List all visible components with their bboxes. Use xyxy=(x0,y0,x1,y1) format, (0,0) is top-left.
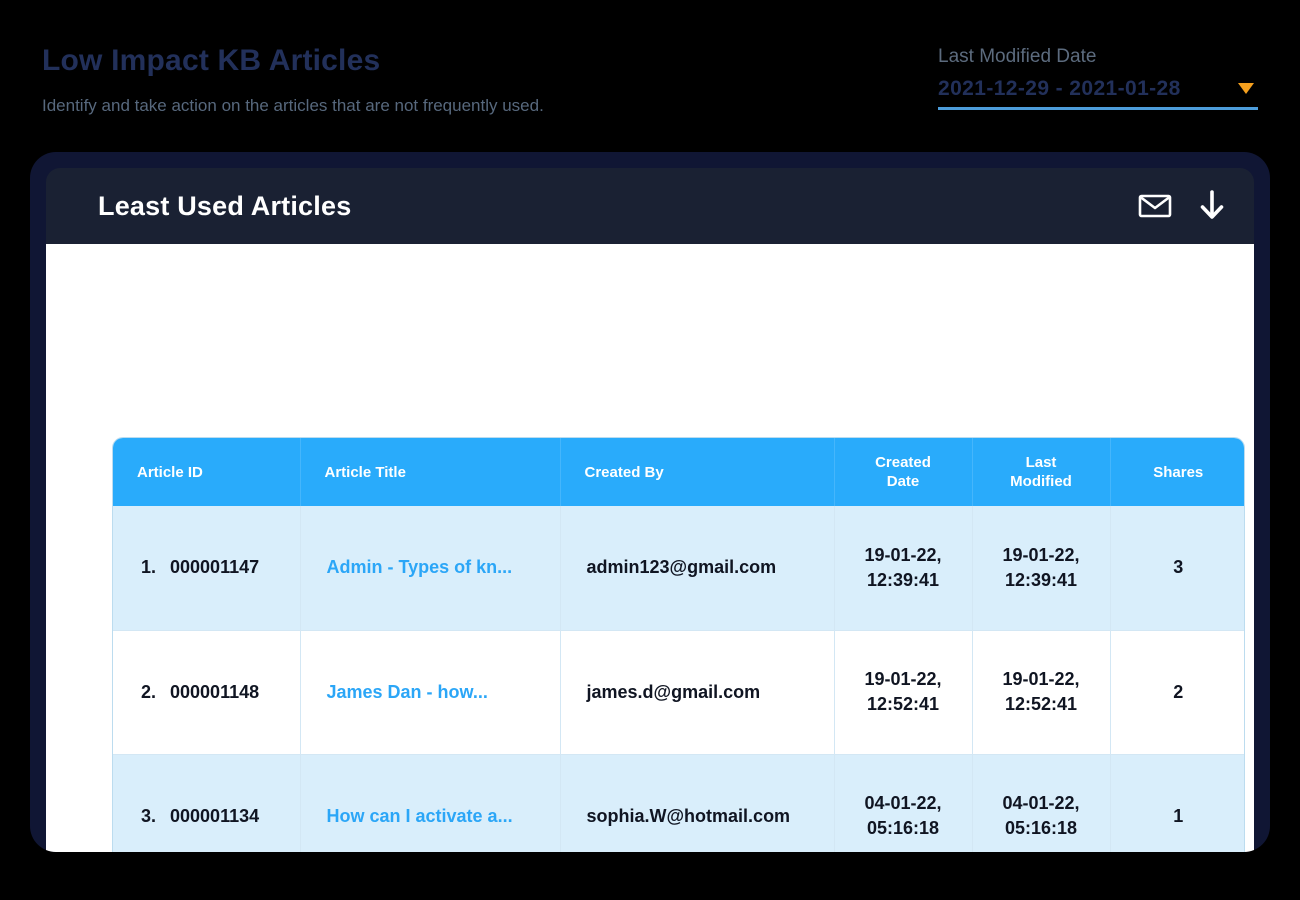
column-header-created-date[interactable]: Created Date xyxy=(834,438,973,506)
column-header-shares[interactable]: Shares xyxy=(1110,438,1244,506)
page-subtitle: Identify and take action on the articles… xyxy=(42,96,544,115)
cell-created-by: admin123@gmail.com xyxy=(560,506,835,631)
row-index: 1. xyxy=(141,557,157,578)
card-body: Article ID Article Title Created By Crea… xyxy=(46,244,1254,852)
cell-last-modified: 19-01-22, 12:39:41 xyxy=(972,506,1111,631)
created-date-value: 19-01-22, 12:52:41 xyxy=(864,669,942,714)
created-by-value: sophia.W@hotmail.com xyxy=(586,805,791,826)
page-title: Low Impact KB Articles xyxy=(42,44,381,77)
row-index: 2. xyxy=(141,681,157,702)
card-title: Least Used Articles xyxy=(98,190,352,221)
last-modified-value: 19-01-22, 12:39:41 xyxy=(1002,544,1080,590)
download-icon[interactable] xyxy=(1198,190,1226,222)
created-date-value: 04-01-22, 05:16:18 xyxy=(864,793,942,839)
cell-shares: 3 xyxy=(1110,506,1244,631)
cell-last-modified: 19-01-22, 12:52:41 xyxy=(972,630,1111,755)
cell-created-by: sophia.W@hotmail.com xyxy=(560,754,835,852)
cell-article-id: 2. 000001148 xyxy=(113,630,301,755)
cell-last-modified: 04-01-22, 05:16:18 xyxy=(972,754,1111,852)
column-header-created-by[interactable]: Created By xyxy=(560,438,835,506)
table-row[interactable]: 3. 000001134 How can I activate a... sop… xyxy=(113,754,1244,852)
card-header-actions xyxy=(1138,190,1226,222)
article-title-link[interactable]: James Dan - how... xyxy=(325,680,536,705)
caret-down-icon[interactable] xyxy=(1238,82,1254,94)
article-id-value: 000001148 xyxy=(170,681,260,702)
table-header-row: Article ID Article Title Created By Crea… xyxy=(113,438,1244,506)
cell-created-date: 19-01-22, 12:52:41 xyxy=(834,630,973,755)
cell-created-date: 19-01-22, 12:39:41 xyxy=(834,506,973,631)
table-row[interactable]: 1. 000001147 Admin - Types of kn... admi… xyxy=(113,506,1244,631)
column-header-last-modified[interactable]: Last Modified xyxy=(972,438,1111,506)
cell-article-title: Admin - Types of kn... xyxy=(300,506,561,631)
email-icon[interactable] xyxy=(1138,193,1172,219)
table-head: Article ID Article Title Created By Crea… xyxy=(113,438,1244,506)
card-header: Least Used Articles xyxy=(46,168,1254,244)
articles-table: Article ID Article Title Created By Crea… xyxy=(113,438,1244,852)
article-id-value: 000001147 xyxy=(170,557,260,578)
cell-shares: 2 xyxy=(1110,630,1244,755)
created-by-value: admin123@gmail.com xyxy=(586,557,777,578)
created-date-value: 19-01-22, 12:39:41 xyxy=(864,544,942,590)
row-index: 3. xyxy=(141,805,157,826)
created-by-value: james.d@gmail.com xyxy=(586,681,761,702)
date-range-filter[interactable]: Last Modified Date 2021-12-29 - 2021-01-… xyxy=(938,44,1258,110)
last-modified-value: 04-01-22, 05:16:18 xyxy=(1002,793,1080,839)
table-body: 1. 000001147 Admin - Types of kn... admi… xyxy=(113,506,1244,852)
articles-table-container: Article ID Article Title Created By Crea… xyxy=(112,437,1245,852)
table-row[interactable]: 2. 000001148 James Dan - how... james.d@… xyxy=(113,630,1244,755)
cell-created-by: james.d@gmail.com xyxy=(560,630,835,755)
cell-article-title: James Dan - how... xyxy=(300,630,561,755)
column-header-article-id[interactable]: Article ID xyxy=(113,438,301,506)
cell-article-title: How can I activate a... xyxy=(300,754,561,852)
cell-created-date: 04-01-22, 05:16:18 xyxy=(834,754,973,852)
cell-shares: 1 xyxy=(1110,754,1244,852)
date-range-value-row[interactable]: 2021-12-29 - 2021-01-28 xyxy=(938,76,1258,110)
last-modified-value: 19-01-22, 12:52:41 xyxy=(1002,669,1080,714)
column-header-article-title[interactable]: Article Title xyxy=(300,438,561,506)
article-id-value: 000001134 xyxy=(170,805,260,826)
least-used-articles-card: Least Used Articles Article ID Article T… xyxy=(30,152,1270,852)
date-range-label: Last Modified Date xyxy=(938,46,1097,67)
page-header: Low Impact KB Articles Identify and take… xyxy=(0,0,1300,140)
cell-article-id: 1. 000001147 xyxy=(113,506,301,631)
page-root: Low Impact KB Articles Identify and take… xyxy=(0,0,1300,900)
article-title-link[interactable]: Admin - Types of kn... xyxy=(325,555,536,580)
cell-article-id: 3. 000001134 xyxy=(113,754,301,852)
date-range-value: 2021-12-29 - 2021-01-28 xyxy=(938,76,1181,100)
article-title-link[interactable]: How can I activate a... xyxy=(325,804,536,829)
